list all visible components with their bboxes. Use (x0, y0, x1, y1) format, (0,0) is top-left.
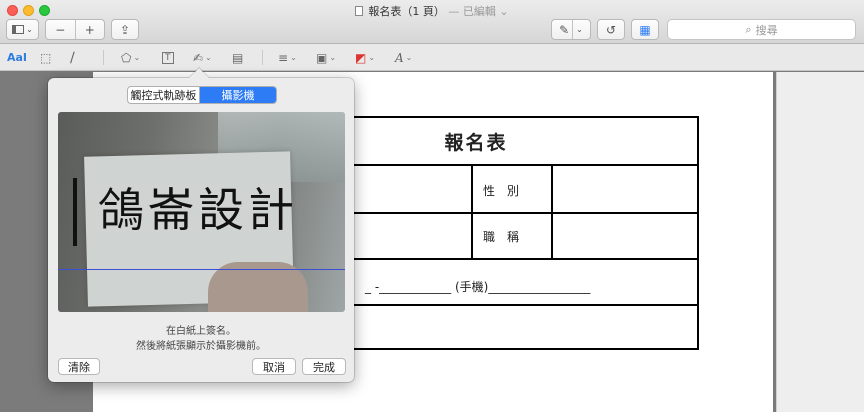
search-icon: ⌕ (745, 22, 752, 36)
sidebar-icon (12, 25, 25, 34)
fill-color-button[interactable]: ◩ ⌄ (355, 49, 375, 66)
chevron-down-icon: ⌄ (133, 53, 141, 62)
hint-line-2: 然後將紙張顯示於攝影機前。 (136, 341, 266, 352)
job-title-label: 職稱 (483, 230, 532, 244)
gender-label: 性別 (483, 184, 532, 198)
chevron-down-icon: ⌄ (499, 5, 509, 18)
chevron-down-icon: ⌄ (405, 53, 413, 62)
window-title-text: 報名表（1 頁） (368, 5, 445, 18)
shapes-icon: ⬠ (121, 50, 132, 65)
chevron-down-icon: ⌄ (368, 53, 376, 62)
shape-style-button[interactable]: ≡ ⌄ (278, 49, 297, 66)
note-button[interactable]: ▤ (232, 49, 243, 66)
selection-tool-button[interactable]: ⬚ (40, 49, 51, 66)
clear-button[interactable]: 清除 (58, 358, 100, 375)
camera-signature-text: 鴿崙設計 (98, 183, 298, 237)
border-color-icon: ▣ (316, 50, 328, 65)
divider (262, 50, 263, 65)
chevron-down-icon: ⌄ (26, 25, 33, 34)
chevron-down-icon: ⌄ (205, 53, 212, 62)
toolbox-button[interactable]: ▦ (631, 19, 659, 40)
sketch-icon: ∕ (70, 49, 75, 66)
rotate-button[interactable]: ↺ (597, 19, 625, 40)
font-icon: A (395, 50, 404, 65)
chevron-down-icon: ⌄ (290, 53, 297, 62)
zoom-in-icon: + (84, 22, 95, 37)
divider (572, 20, 574, 39)
window-titlebar: 報名表（1 頁） — 已編輯 ⌄ ⌄ − + ⇪ ✎ ⌄ ↺ ▦ ⌕ 搜尋 (0, 0, 864, 44)
window-title: 報名表（1 頁） — 已編輯 ⌄ (0, 3, 864, 19)
pen-icon: ✎ (559, 22, 570, 37)
signature-popover: 觸控式軌跡板 攝影機 鴿崙設計 在白紙上簽名。 然後將紙張顯示於攝影機前。 清除… (48, 68, 354, 382)
text-font-button[interactable]: A ⌄ (395, 49, 412, 66)
zoom-in-button[interactable]: + (76, 23, 105, 37)
signature-baseline (58, 269, 345, 270)
rotate-icon: ↺ (605, 22, 617, 37)
text-style-button[interactable]: AaI (7, 49, 27, 66)
selection-icon: ⬚ (40, 50, 52, 65)
signature-source-tabs: 觸控式軌跡板 攝影機 (127, 86, 277, 104)
line-style-icon: ≡ (278, 50, 289, 65)
border-color-button[interactable]: ▣ ⌄ (316, 49, 336, 66)
zoom-out-button[interactable]: − (46, 23, 75, 37)
sidebar-view-button[interactable]: ⌄ (6, 19, 39, 40)
text-style-icon: AaI (7, 51, 28, 64)
right-sidebar (776, 72, 864, 412)
markup-toolbar-button[interactable]: ✎ ⌄ (551, 19, 591, 40)
signature-stroke (73, 178, 77, 246)
toolbox-icon: ▦ (639, 22, 651, 37)
phone-field-line: _ -____________ (手機)_________________ (365, 280, 591, 294)
search-placeholder: 搜尋 (755, 23, 778, 37)
text-box-button[interactable]: T (162, 49, 174, 66)
share-button[interactable]: ⇪ (111, 19, 139, 40)
table-rule (551, 166, 553, 258)
sketch-tool-button[interactable]: ∕ (70, 49, 75, 66)
chevron-down-icon: ⌄ (576, 25, 583, 34)
tab-trackpad[interactable]: 觸控式軌跡板 (128, 87, 200, 103)
search-field[interactable]: ⌕ 搜尋 (667, 19, 856, 40)
table-rule (471, 166, 473, 258)
camera-preview: 鴿崙設計 (58, 112, 345, 312)
divider (103, 50, 104, 65)
share-icon: ⇪ (119, 22, 131, 37)
chevron-down-icon: ⌄ (329, 53, 337, 62)
fill-color-icon: ◩ (355, 50, 367, 65)
edited-status[interactable]: — 已編輯 (448, 5, 496, 18)
shapes-tool-button[interactable]: ⬠ ⌄ (121, 49, 140, 66)
signature-icon: ✍ (193, 50, 204, 65)
zoom-control: − + (45, 19, 105, 40)
hint-line-1: 在白紙上簽名。 (166, 326, 236, 337)
zoom-out-icon: − (55, 22, 66, 37)
markup-toolbar: AaI ⬚ ∕ ⬠ ⌄ T ✍ ⌄ ▤ ≡ ⌄ ▣ ⌄ ◩ ⌄ A ⌄ (0, 44, 864, 71)
done-button[interactable]: 完成 (302, 358, 346, 375)
note-icon: ▤ (232, 50, 244, 65)
document-icon (355, 6, 364, 16)
sign-button[interactable]: ✍ ⌄ (193, 49, 212, 66)
text-box-icon: T (162, 51, 174, 64)
tab-camera[interactable]: 攝影機 (200, 87, 276, 103)
cancel-button[interactable]: 取消 (252, 358, 296, 375)
